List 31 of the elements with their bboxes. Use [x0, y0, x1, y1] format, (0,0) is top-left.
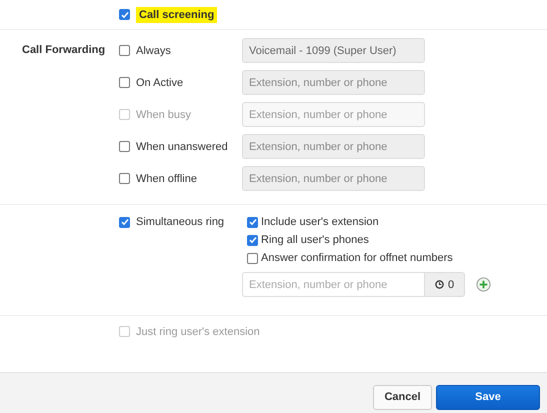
- option-label: Call screening: [136, 6, 218, 22]
- clock-icon: [434, 280, 444, 289]
- checkbox[interactable]: [247, 252, 258, 264]
- input-field[interactable]: Extension, number or phone: [242, 272, 425, 297]
- checkbox[interactable]: [119, 141, 130, 152]
- save-button[interactable]: Save: [436, 384, 540, 410]
- section-title: Call Forwarding: [22, 44, 106, 56]
- timer-button[interactable]: 0: [425, 272, 465, 297]
- input-field[interactable]: Voicemail - 1099 (Super User): [242, 38, 425, 63]
- checkbox[interactable]: [119, 9, 130, 20]
- input-field[interactable]: Extension, number or phone: [242, 70, 425, 95]
- checkbox[interactable]: [247, 234, 258, 246]
- option-label: Include user's extension: [261, 216, 379, 228]
- checkbox[interactable]: [119, 45, 130, 56]
- cancel-button[interactable]: Cancel: [373, 384, 432, 410]
- option-label: When unanswered: [136, 140, 228, 152]
- checkbox[interactable]: [119, 216, 130, 228]
- option-label: Just ring user's extension: [136, 326, 260, 338]
- option-label: Always: [136, 44, 171, 56]
- input-field[interactable]: Extension, number or phone: [242, 166, 425, 191]
- option-label: When busy: [136, 108, 192, 120]
- checkbox[interactable]: [119, 173, 130, 184]
- option-label: On Active: [136, 76, 184, 88]
- option-label: Answer confirmation for offnet numbers: [261, 252, 453, 264]
- checkbox[interactable]: [247, 216, 258, 228]
- option-label: Simultaneous ring: [136, 216, 224, 228]
- input-field[interactable]: Extension, number or phone: [242, 134, 425, 159]
- add-icon[interactable]: [476, 277, 491, 292]
- option-label: Ring all user's phones: [261, 234, 369, 246]
- option-label: When offline: [136, 172, 197, 184]
- checkbox[interactable]: [119, 77, 130, 88]
